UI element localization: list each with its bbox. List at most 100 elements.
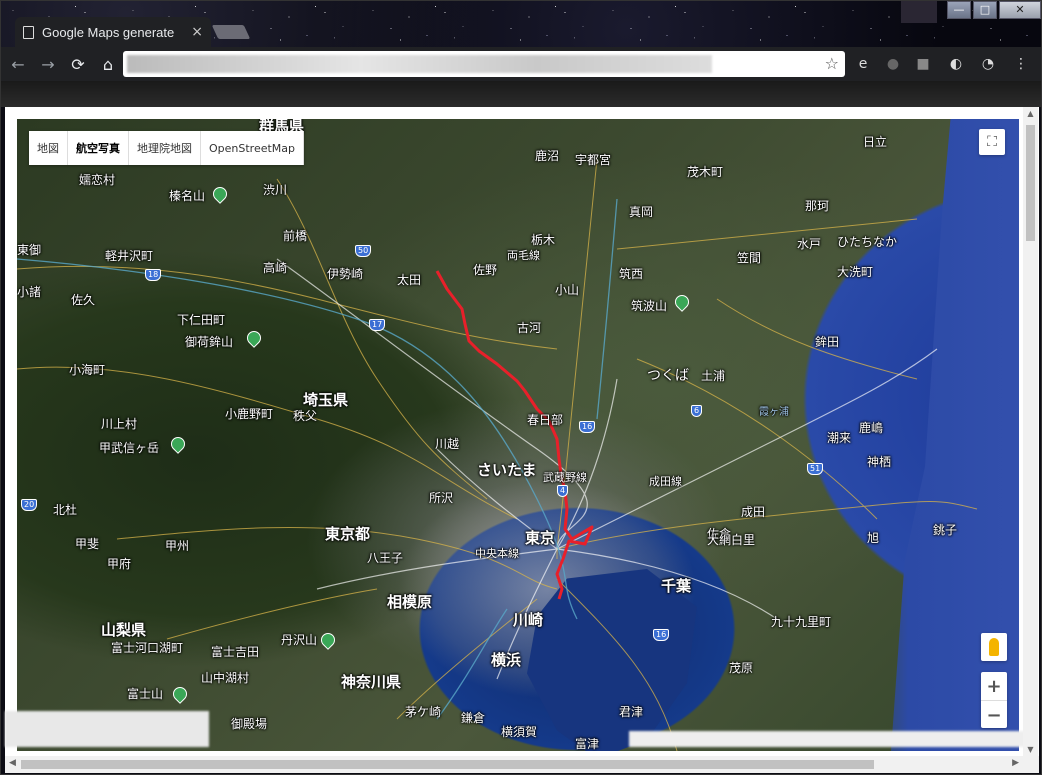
zoom-control: + −: [981, 672, 1007, 728]
street-view-pegman-icon[interactable]: [981, 633, 1007, 661]
map-type-gsi[interactable]: 地理院地図: [129, 131, 201, 165]
bookmark-star-icon[interactable]: ☆: [825, 54, 839, 73]
map-label: 銚子: [933, 523, 958, 537]
bookmark-bar: [1, 81, 1041, 107]
zoom-out-button[interactable]: −: [981, 701, 1007, 729]
extension-circle-icon[interactable]: ●: [883, 54, 903, 74]
horizontal-scroll-thumb[interactable]: [21, 760, 874, 769]
map-label: 渋川: [263, 183, 288, 197]
scroll-down-arrow-icon[interactable]: ▼: [1026, 745, 1035, 755]
back-button[interactable]: ←: [5, 51, 31, 77]
redacted-area: [5, 711, 209, 747]
route-shield: 16: [653, 629, 670, 641]
map-label: 山中湖村: [201, 671, 250, 685]
map-type-control: 地図 航空写真 地理院地図 OpenStreetMap: [29, 131, 305, 165]
map-label: 那珂: [805, 199, 830, 213]
map-label: 佐野: [473, 263, 498, 277]
map-label: 甲斐: [75, 537, 100, 551]
zoom-in-button[interactable]: +: [981, 672, 1007, 700]
map-label: 日立: [863, 135, 888, 149]
scroll-right-arrow-icon[interactable]: ▶: [1012, 758, 1019, 768]
forward-button[interactable]: →: [35, 51, 61, 77]
map-label: 鎌倉: [461, 711, 486, 725]
browser-window: Google Maps generate × — □ ✕ ← → ⟳ ⌂ ☆ e…: [0, 0, 1042, 775]
profile-indicator[interactable]: [901, 1, 937, 23]
map-label: 富士山: [127, 687, 164, 701]
vertical-scroll-thumb[interactable]: [1026, 125, 1035, 241]
map-label: 東京: [525, 529, 556, 547]
scroll-up-arrow-icon[interactable]: ▲: [1026, 109, 1035, 119]
route-shield: 16: [579, 421, 596, 433]
browser-tab[interactable]: Google Maps generate ×: [15, 17, 211, 47]
map-label: 筑波山: [631, 299, 668, 313]
map-label: 嬬恋村: [79, 173, 116, 187]
extension-gauge-icon[interactable]: ◔: [978, 54, 998, 74]
reload-button[interactable]: ⟳: [65, 51, 91, 77]
map-label: 御荷鉾山: [185, 335, 234, 349]
map-label: 甲武信ヶ岳: [99, 441, 160, 455]
browser-menu-icon[interactable]: ⋮: [1011, 54, 1031, 74]
map-label: 武蔵野線: [543, 471, 587, 484]
map-type-osm[interactable]: OpenStreetMap: [201, 131, 305, 165]
map-label: 所沢: [429, 491, 454, 505]
map-label: 神奈川県: [341, 673, 402, 691]
route-shield: 6: [691, 405, 703, 417]
minimize-button[interactable]: —: [947, 1, 971, 19]
address-bar[interactable]: ☆: [123, 51, 845, 77]
browser-toolbar: ← → ⟳ ⌂ ☆ e ● ■ ◐ ◔ ⋮: [1, 47, 1041, 81]
map-label: 八王子: [367, 551, 404, 565]
map-label: 霞ヶ浦: [759, 407, 789, 418]
map-label: 鉾田: [815, 335, 840, 349]
map-label: 東御: [17, 243, 42, 257]
new-tab-button[interactable]: [211, 25, 251, 39]
map-label: 丹沢山: [281, 633, 318, 647]
map-label: 北杜: [53, 503, 78, 517]
map-label: 相模原: [387, 593, 433, 611]
fullscreen-button[interactable]: ⛶: [979, 129, 1005, 155]
redacted-url: [127, 55, 712, 73]
map-label: 秩父: [293, 409, 318, 423]
extension-half-circle-icon[interactable]: ◐: [946, 54, 966, 74]
route-shield: 17: [369, 319, 386, 331]
map-label: 土浦: [701, 369, 726, 383]
map-label: 川上村: [101, 417, 138, 431]
map-label: 富津: [575, 737, 600, 751]
map-label: 成田: [741, 505, 766, 519]
map-label: 川崎: [513, 611, 544, 629]
vertical-scrollbar[interactable]: ▲ ▼: [1023, 107, 1038, 757]
map-label: 横須賀: [501, 725, 538, 739]
map-label: 小山: [555, 283, 580, 297]
map-label: 下仁田町: [177, 313, 226, 327]
map-label: ひたちなか: [837, 235, 898, 249]
tab-close-button[interactable]: ×: [191, 24, 203, 40]
map-label: 中央本線: [475, 547, 519, 560]
extension-e-icon[interactable]: e: [853, 54, 873, 74]
close-window-button[interactable]: ✕: [999, 1, 1041, 19]
map-label: 川越: [435, 437, 460, 451]
map-label: 茂原: [729, 661, 754, 675]
map-label: 高崎: [263, 261, 288, 275]
map-label: 成田線: [649, 475, 682, 488]
map-label: 九十九里町: [771, 615, 832, 629]
map-label: 宇都宮: [575, 153, 612, 167]
horizontal-scrollbar[interactable]: ◀ ▶: [5, 756, 1039, 773]
map-label: 鹿嶋: [859, 421, 884, 435]
map-type-roadmap[interactable]: 地図: [29, 131, 68, 165]
map-label: 神栖: [867, 455, 892, 469]
map-label: 榛名山: [169, 189, 206, 203]
map-label: 旭: [867, 531, 880, 545]
map-label: 春日部: [527, 413, 564, 427]
map-label: 佐久: [71, 293, 96, 307]
map-type-satellite[interactable]: 航空写真: [68, 131, 129, 165]
google-map[interactable]: 群馬県 嬬恋村 榛名山 渋川 前橋 高崎 軽井沢町 東御 小諸 佐久 下仁田町 …: [17, 119, 1019, 751]
extension-square-icon[interactable]: ■: [913, 54, 933, 74]
map-label: 小鹿野町: [225, 407, 274, 421]
redacted-area: [629, 731, 1029, 747]
map-label: 横浜: [491, 651, 522, 669]
home-button[interactable]: ⌂: [95, 51, 121, 77]
scroll-left-arrow-icon[interactable]: ◀: [9, 758, 16, 768]
map-label: 東京都: [325, 525, 371, 543]
maximize-button[interactable]: □: [973, 1, 997, 19]
map-label: 大洗町: [837, 265, 874, 279]
map-label: 千葉: [661, 577, 692, 595]
